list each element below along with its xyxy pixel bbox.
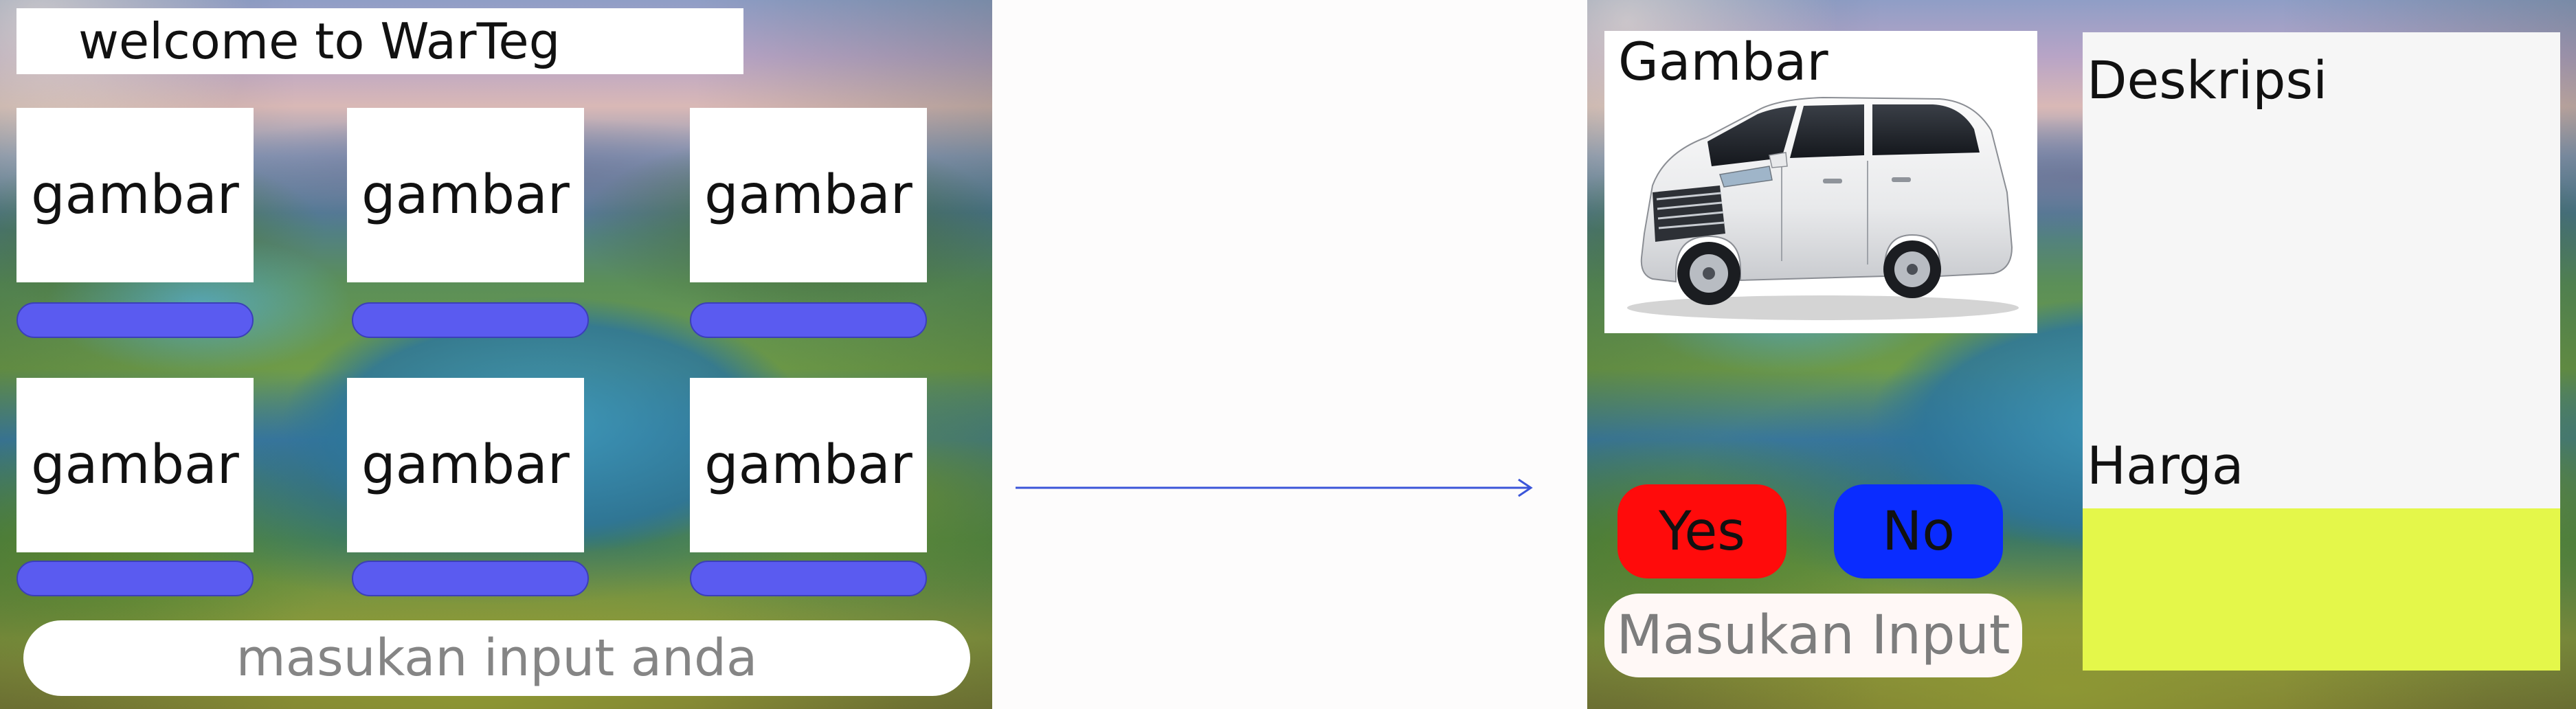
card-label: gambar: [704, 164, 912, 226]
product-card-1[interactable]: gambar: [16, 108, 254, 282]
product-card-3[interactable]: gambar: [690, 108, 927, 282]
no-button[interactable]: No: [1834, 484, 2003, 578]
input-field[interactable]: Masukan Input: [1604, 594, 2022, 677]
yes-button[interactable]: Yes: [1617, 484, 1787, 578]
price-field[interactable]: [2083, 508, 2560, 671]
input-placeholder: Masukan Input: [1616, 605, 2011, 666]
product-card-4-button[interactable]: [16, 561, 254, 596]
product-card-2[interactable]: gambar: [347, 108, 584, 282]
product-card-2-button[interactable]: [352, 302, 589, 338]
card-label: gambar: [704, 434, 912, 496]
arrow-right-icon: [1016, 478, 1533, 497]
product-card-1-button[interactable]: [16, 302, 254, 338]
product-card-5[interactable]: gambar: [347, 378, 584, 552]
product-image-panel: Gambar: [1604, 31, 2037, 333]
product-card-6[interactable]: gambar: [690, 378, 927, 552]
minivan-car-image: [1627, 96, 2019, 320]
image-label: Gambar: [1618, 31, 1828, 92]
product-card-5-button[interactable]: [352, 561, 589, 596]
card-label: gambar: [361, 434, 570, 496]
search-input[interactable]: [23, 620, 970, 696]
card-label: gambar: [31, 434, 239, 496]
price-label: Harga: [2087, 435, 2244, 496]
product-card-4[interactable]: gambar: [16, 378, 254, 552]
left-screen-background: [0, 0, 992, 709]
card-label: gambar: [361, 164, 570, 226]
description-label: Deskripsi: [2087, 49, 2328, 111]
product-card-6-button[interactable]: [690, 561, 927, 596]
card-label: gambar: [31, 164, 239, 226]
product-card-3-button[interactable]: [690, 302, 927, 338]
welcome-banner: welcome to WarTeg: [16, 8, 743, 74]
